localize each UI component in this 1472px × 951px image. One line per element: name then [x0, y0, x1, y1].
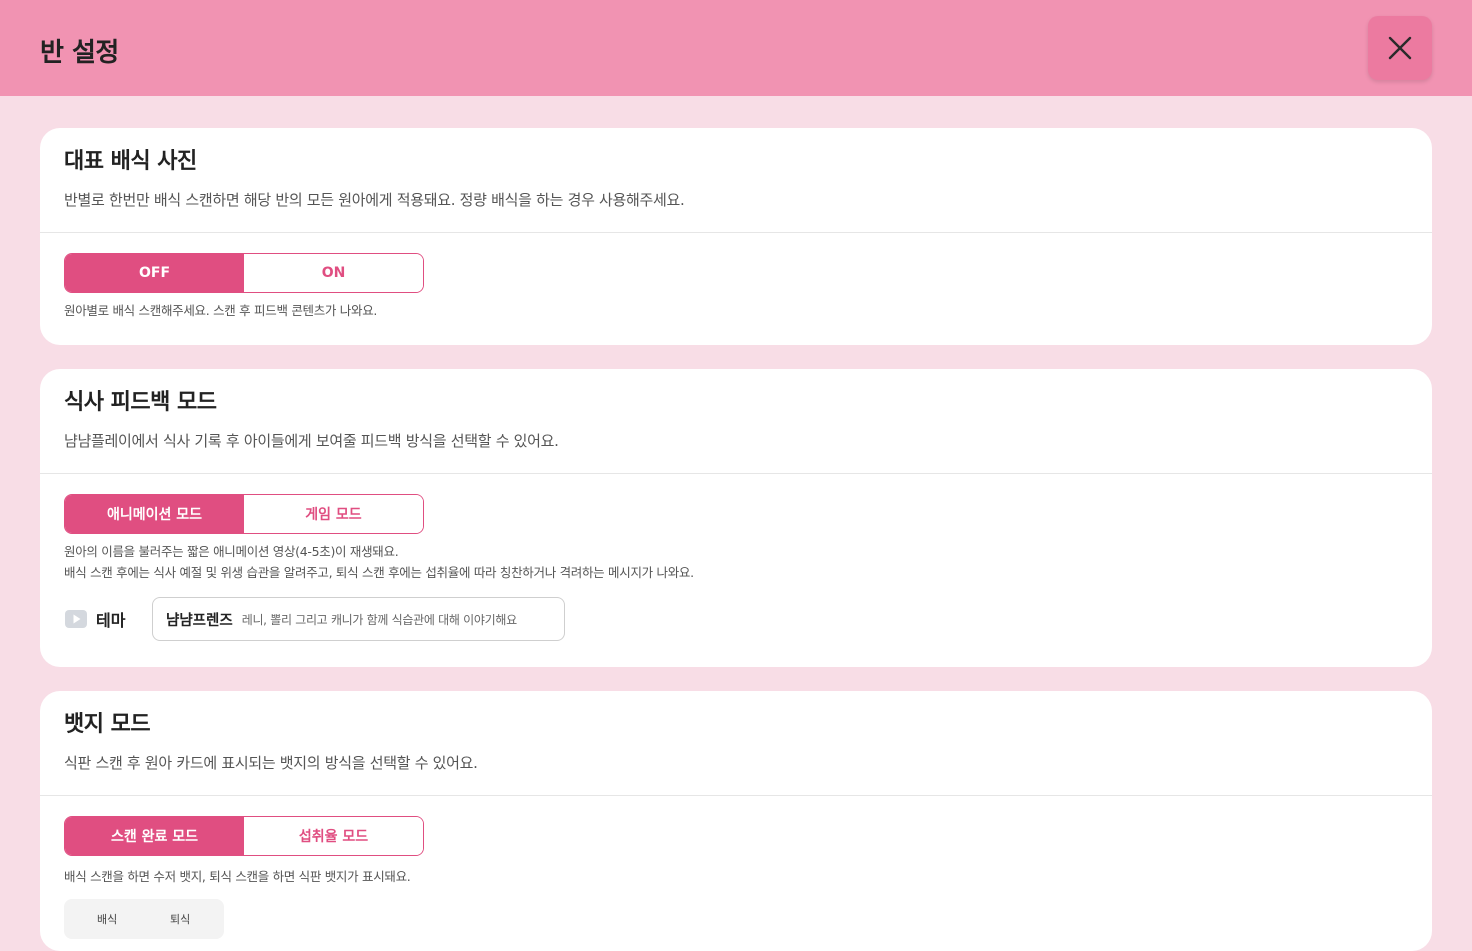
card-description: 냠냠플레이에서 식사 기록 후 아이들에게 보여줄 피드백 방식을 선택할 수 … [64, 432, 559, 450]
close-button[interactable] [1368, 16, 1432, 80]
badge-preview: 배식 퇴식 [64, 899, 224, 939]
feedback-mode-toggle: 애니메이션 모드 게임 모드 [64, 494, 424, 534]
mode-note: 배식 스캔 후에는 식사 예절 및 위생 습관을 알려주고, 퇴식 스캔 후에는… [64, 565, 694, 580]
card-title: 식사 피드백 모드 [64, 390, 217, 415]
header-bar: 반 설정 [0, 0, 1472, 96]
theme-label: 테마 [64, 607, 152, 631]
game-mode-option[interactable]: 게임 모드 [244, 495, 423, 533]
card-description: 식판 스캔 후 원아 카드에 표시되는 뱃지의 방식을 선택할 수 있어요. [64, 754, 478, 772]
animation-mode-option[interactable]: 애니메이션 모드 [65, 495, 244, 533]
badge-mode-card: 뱃지 모드 식판 스캔 후 원아 카드에 표시되는 뱃지의 방식을 선택할 수 … [40, 691, 1432, 951]
photo-toggle: OFF ON [64, 253, 424, 293]
theme-label-text: 테마 [96, 611, 126, 630]
card-title: 뱃지 모드 [64, 712, 151, 737]
scan-complete-mode-option[interactable]: 스캔 완료 모드 [65, 817, 244, 855]
card-description: 반별로 한번만 배식 스캔하면 해당 반의 모든 원아에게 적용돼요. 정량 배… [64, 191, 685, 209]
intake-rate-mode-option[interactable]: 섭취율 모드 [244, 817, 423, 855]
mode-note: 배식 스캔을 하면 수저 뱃지, 퇴식 스캔을 하면 식판 뱃지가 표시돼요. [64, 869, 411, 884]
card-title: 대표 배식 사진 [64, 149, 197, 174]
close-icon [1388, 36, 1412, 60]
feedback-mode-card: 식사 피드백 모드 냠냠플레이에서 식사 기록 후 아이들에게 보여줄 피드백 … [40, 369, 1432, 667]
mode-note: 원아의 이름을 불러주는 짧은 애니메이션 영상(4-5초)이 재생돼요. [64, 544, 399, 559]
theme-select[interactable]: 냠냠프렌즈 레니, 뽈리 그리고 캐니가 함께 식습관에 대해 이야기해요 [152, 597, 565, 641]
theme-row: 테마 냠냠프렌즈 레니, 뽈리 그리고 캐니가 함께 식습관에 대해 이야기해요 [64, 597, 1408, 641]
on-option[interactable]: ON [244, 254, 423, 292]
representative-photo-card: 대표 배식 사진 반별로 한번만 배식 스캔하면 해당 반의 모든 원아에게 적… [40, 128, 1432, 345]
off-option[interactable]: OFF [65, 254, 244, 292]
toggle-note: 원아별로 배식 스캔해주세요. 스캔 후 피드백 콘텐츠가 나와요. [64, 303, 378, 318]
page-title: 반 설정 [40, 38, 119, 68]
preview-label: 배식 [97, 913, 118, 926]
theme-name: 냠냠프렌즈 [166, 612, 233, 629]
preview-label: 퇴식 [170, 913, 191, 926]
video-play-icon [65, 610, 87, 628]
badge-mode-toggle: 스캔 완료 모드 섭취율 모드 [64, 816, 424, 856]
theme-description: 레니, 뽈리 그리고 캐니가 함께 식습관에 대해 이야기해요 [241, 612, 517, 627]
